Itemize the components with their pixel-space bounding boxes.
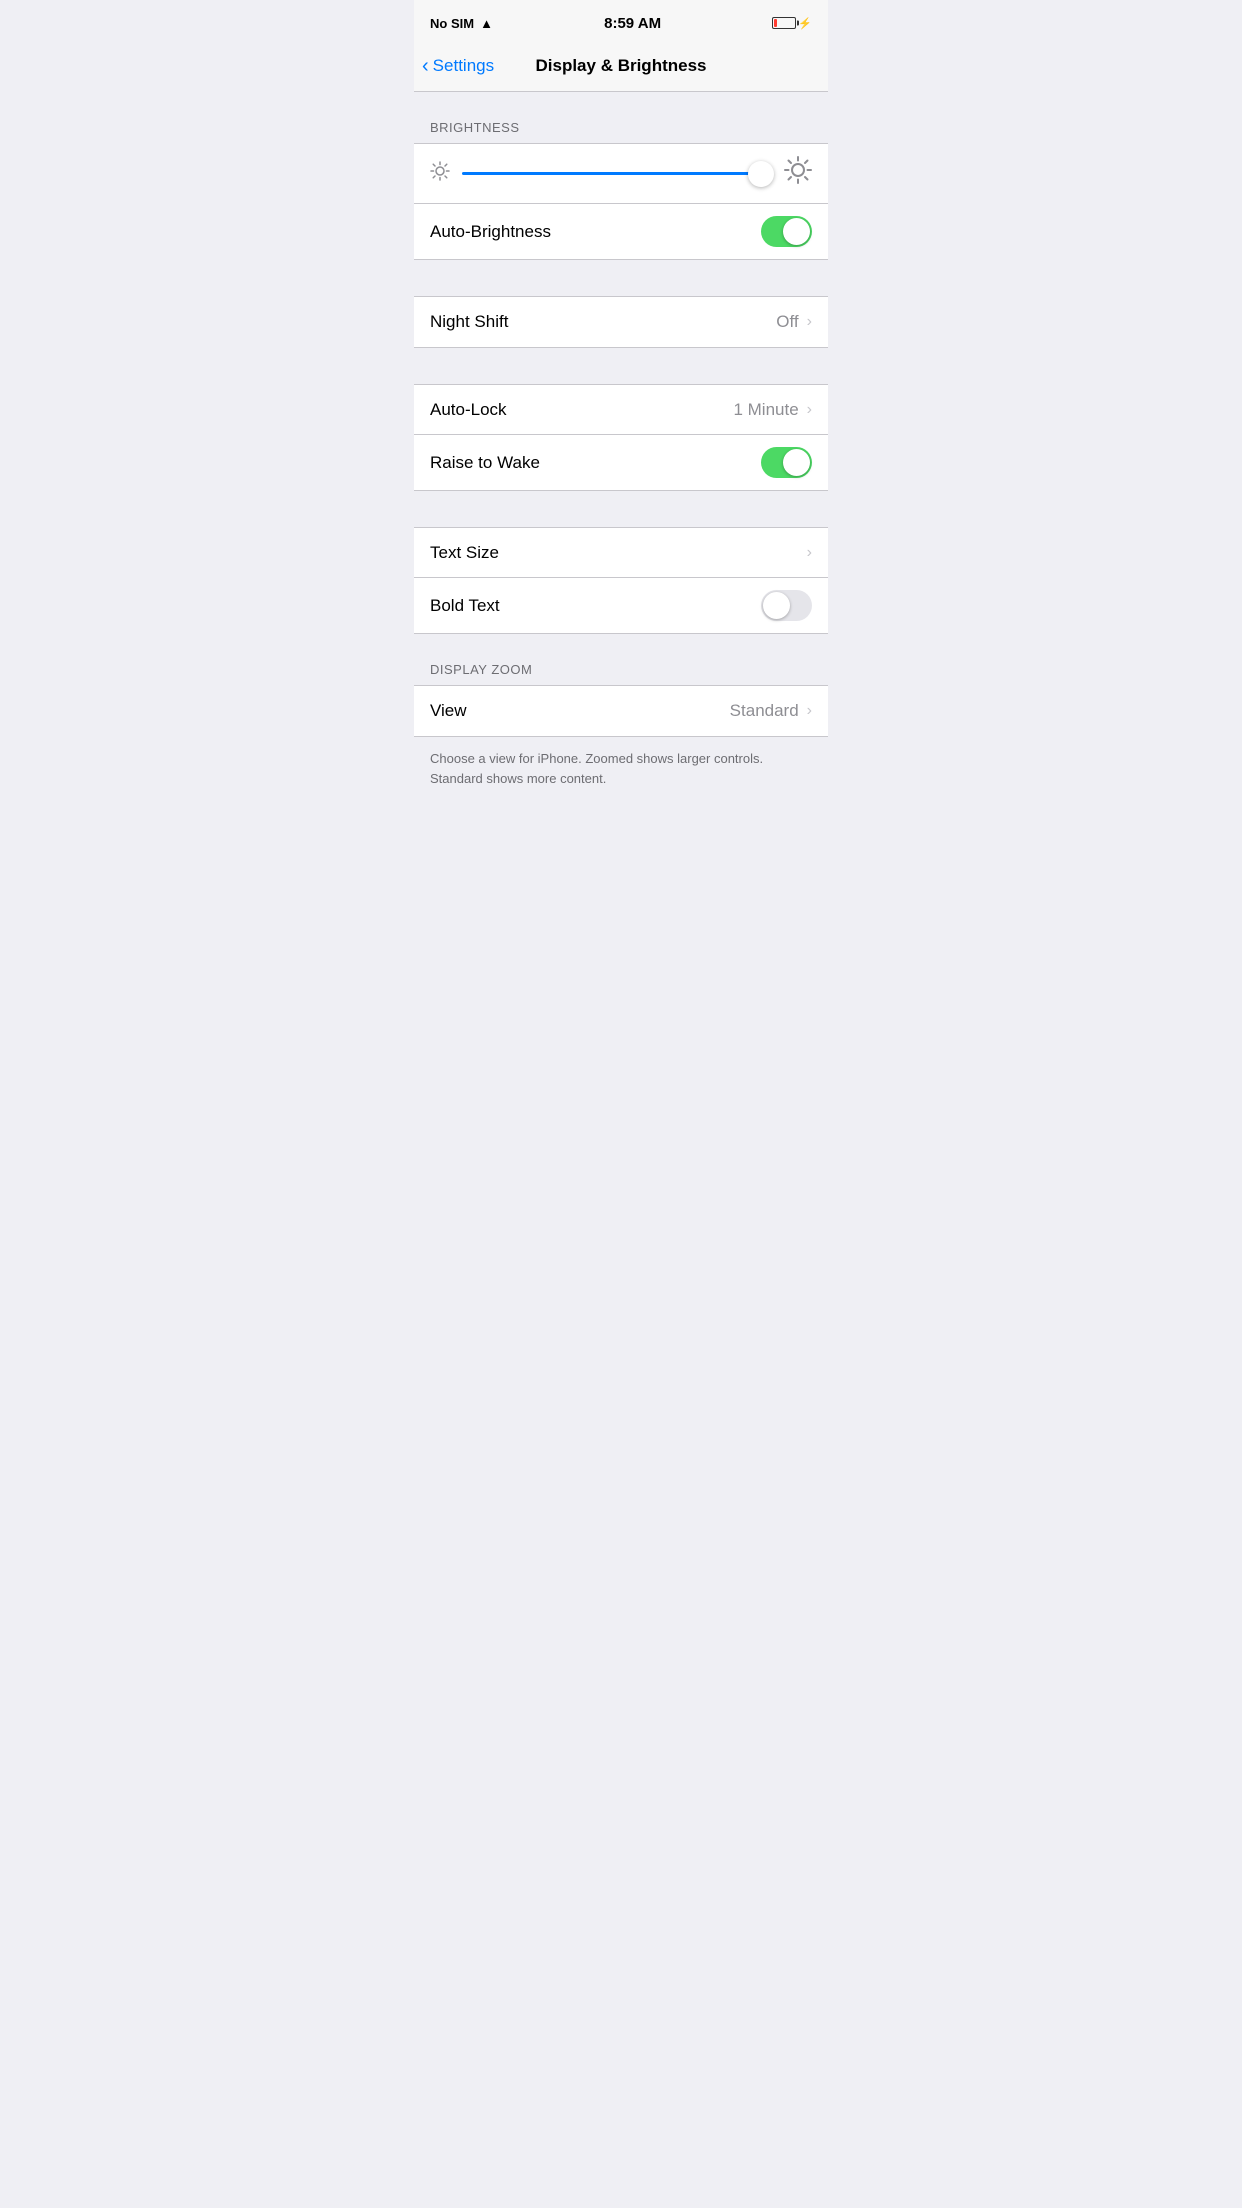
raise-to-wake-label: Raise to Wake [430, 453, 540, 473]
back-label: Settings [433, 56, 494, 76]
night-shift-row[interactable]: Night Shift Off › [414, 297, 828, 347]
brightness-slider[interactable] [462, 159, 772, 189]
carrier-label: No SIM [430, 16, 474, 31]
brightness-group: Auto-Brightness [414, 143, 828, 260]
auto-lock-label: Auto-Lock [430, 400, 507, 420]
display-zoom-section-header: DISPLAY ZOOM [414, 634, 828, 685]
bold-text-toggle-thumb [763, 592, 790, 619]
brightness-slider-row [414, 144, 828, 204]
page-title: Display & Brightness [536, 56, 707, 76]
status-time: 8:59 AM [604, 15, 661, 32]
night-shift-right: Off › [776, 312, 812, 332]
status-right: ⚡ [772, 17, 812, 30]
slider-thumb [748, 161, 774, 187]
brightness-section-header: BRIGHTNESS [414, 92, 828, 143]
auto-brightness-label: Auto-Brightness [430, 222, 551, 242]
night-shift-value: Off [776, 312, 798, 332]
battery-container: ⚡ [772, 17, 812, 30]
night-shift-label: Night Shift [430, 312, 508, 332]
bold-text-label: Bold Text [430, 596, 500, 616]
back-chevron-icon: ‹ [422, 56, 429, 76]
raise-to-wake-toggle[interactable] [761, 447, 812, 478]
bolt-icon: ⚡ [798, 17, 812, 30]
raise-to-wake-toggle-thumb [783, 449, 810, 476]
auto-brightness-toggle-thumb [783, 218, 810, 245]
wifi-icon: ▲ [480, 16, 493, 31]
view-label: View [430, 701, 467, 721]
view-right: Standard › [730, 701, 812, 721]
sun-small-icon [430, 161, 450, 186]
sun-large-icon [784, 156, 812, 191]
bold-text-row: Bold Text [414, 578, 828, 633]
nav-bar: ‹ Settings Display & Brightness [414, 44, 828, 92]
display-zoom-footer: Choose a view for iPhone. Zoomed shows l… [414, 737, 828, 812]
bold-text-toggle[interactable] [761, 590, 812, 621]
night-shift-group: Night Shift Off › [414, 296, 828, 348]
gap-3 [414, 491, 828, 527]
text-size-row[interactable]: Text Size › [414, 528, 828, 578]
night-shift-chevron-icon: › [807, 313, 812, 331]
text-size-chevron-icon: › [807, 544, 812, 562]
raise-to-wake-row: Raise to Wake [414, 435, 828, 490]
text-size-right: › [807, 544, 812, 562]
status-bar: No SIM ▲ 8:59 AM ⚡ [414, 0, 828, 44]
auto-brightness-row: Auto-Brightness [414, 204, 828, 259]
back-button[interactable]: ‹ Settings [422, 56, 494, 76]
auto-lock-value: 1 Minute [733, 400, 798, 420]
settings-content: BRIGHTNESS [414, 92, 828, 812]
gap-2 [414, 348, 828, 384]
battery-icon [772, 17, 796, 29]
view-value: Standard [730, 701, 799, 721]
text-group: Text Size › Bold Text [414, 527, 828, 634]
auto-lock-row[interactable]: Auto-Lock 1 Minute › [414, 385, 828, 435]
view-chevron-icon: › [807, 702, 812, 720]
text-size-label: Text Size [430, 543, 499, 563]
view-row[interactable]: View Standard › [414, 686, 828, 736]
battery-fill [774, 19, 777, 27]
display-zoom-group: View Standard › [414, 685, 828, 737]
auto-lock-right: 1 Minute › [733, 400, 812, 420]
status-left: No SIM ▲ [430, 16, 493, 31]
auto-brightness-toggle[interactable] [761, 216, 812, 247]
gap-1 [414, 260, 828, 296]
lock-wake-group: Auto-Lock 1 Minute › Raise to Wake [414, 384, 828, 491]
auto-lock-chevron-icon: › [807, 401, 812, 419]
slider-track [462, 172, 772, 175]
